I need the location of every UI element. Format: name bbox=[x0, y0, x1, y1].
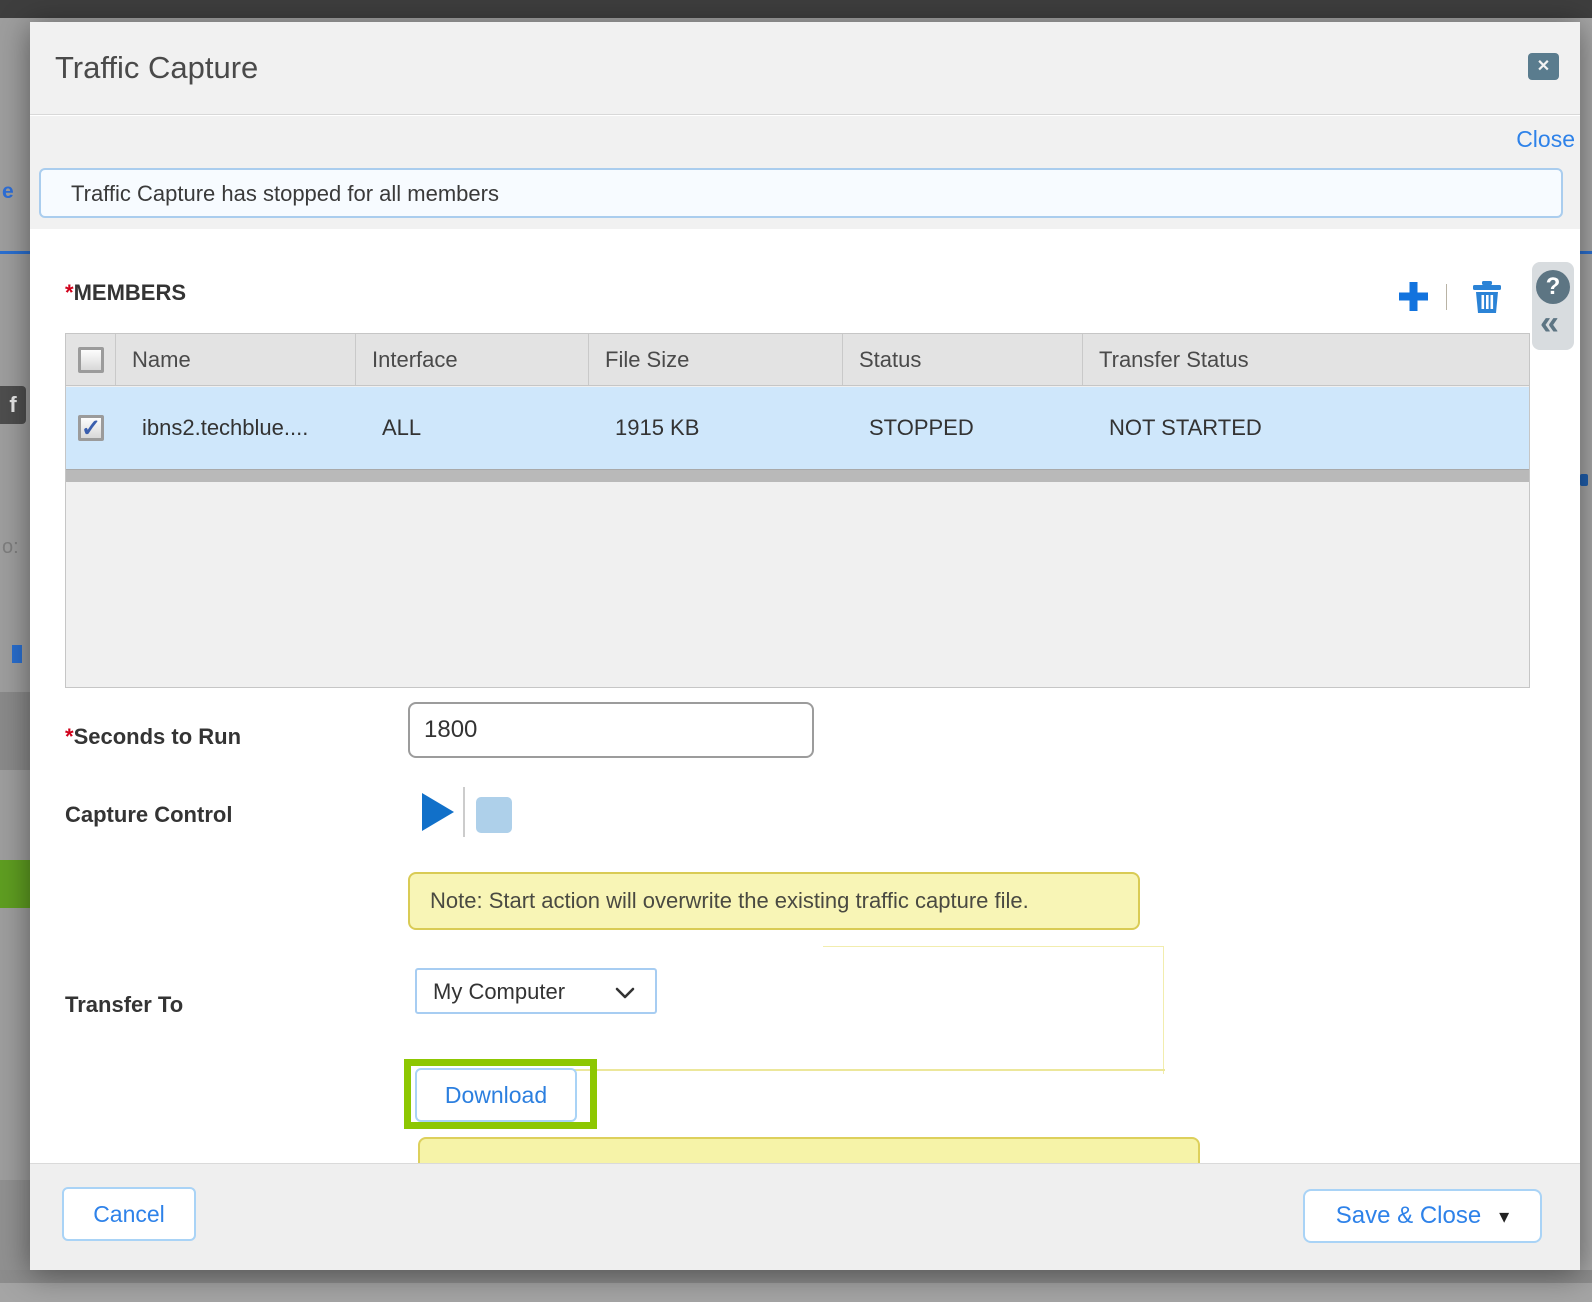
background-top-bar bbox=[0, 0, 1592, 18]
column-header-status: Status bbox=[843, 334, 1083, 385]
select-all-cell bbox=[66, 334, 116, 385]
horizontal-scrollbar[interactable] bbox=[66, 469, 1529, 482]
side-help-panel: ? « bbox=[1532, 262, 1574, 350]
background-text-fragment: e bbox=[2, 180, 14, 204]
toolbar-divider bbox=[1446, 284, 1447, 310]
start-capture-button[interactable] bbox=[420, 791, 456, 833]
plus-icon bbox=[1397, 280, 1430, 313]
help-icon[interactable]: ? bbox=[1536, 270, 1570, 304]
status-message-box: Traffic Capture has stopped for all memb… bbox=[39, 168, 1563, 218]
cell-status: STOPPED bbox=[843, 387, 1083, 469]
trash-icon bbox=[1472, 280, 1502, 313]
dialog-header: Traffic Capture ✕ bbox=[30, 22, 1580, 115]
overwrite-note-box: Note: Start action will overwrite the ex… bbox=[408, 872, 1140, 930]
capture-control-divider bbox=[463, 787, 465, 837]
background-blue-fragment bbox=[1580, 474, 1588, 486]
select-all-checkbox[interactable] bbox=[78, 347, 104, 373]
collapse-panel-icon[interactable]: « bbox=[1540, 304, 1568, 342]
column-header-transfer-status: Transfer Status bbox=[1083, 334, 1529, 385]
column-header-interface: Interface bbox=[356, 334, 589, 385]
row-checkbox[interactable]: ✓ bbox=[78, 415, 104, 441]
save-and-close-button[interactable]: Save & Close ▾ bbox=[1303, 1189, 1542, 1243]
add-member-button[interactable] bbox=[1397, 280, 1430, 313]
cell-file-size: 1915 KB bbox=[589, 387, 843, 469]
required-asterisk: * bbox=[65, 280, 74, 305]
close-link[interactable]: Close bbox=[1475, 126, 1575, 153]
background-gray-band bbox=[0, 1180, 30, 1280]
background-badge-fragment: f bbox=[0, 386, 26, 424]
seconds-to-run-input[interactable] bbox=[408, 702, 814, 758]
dialog-footer: Cancel Save & Close ▾ bbox=[30, 1163, 1580, 1270]
transfer-to-select[interactable]: My Computer bbox=[415, 968, 657, 1014]
cell-interface: ALL bbox=[356, 387, 589, 469]
traffic-capture-dialog: Traffic Capture ✕ Close Traffic Capture … bbox=[30, 22, 1580, 1270]
members-section-label: *MEMBERS bbox=[65, 280, 186, 306]
dialog-body: *MEMBERS ? « bbox=[30, 229, 1580, 1163]
delete-member-button[interactable] bbox=[1472, 280, 1502, 313]
stop-capture-button[interactable] bbox=[476, 797, 512, 833]
save-and-close-label: Save & Close bbox=[1336, 1202, 1481, 1230]
seconds-to-run-label: *Seconds to Run bbox=[65, 724, 241, 750]
background-gray-band bbox=[0, 692, 30, 770]
dialog-subheader: Close Traffic Capture has stopped for al… bbox=[30, 116, 1580, 229]
caret-down-icon: ▾ bbox=[1499, 1204, 1509, 1229]
background-right-strip bbox=[1580, 18, 1592, 1302]
background-blue-fragment bbox=[12, 645, 22, 663]
background-text-fragment: o: bbox=[2, 536, 19, 559]
cell-name: ibns2.techblue.... bbox=[116, 387, 356, 469]
dialog-title: Traffic Capture bbox=[55, 50, 258, 86]
faint-yellow-border bbox=[540, 1069, 1165, 1071]
required-asterisk: * bbox=[65, 724, 74, 749]
background-blue-divider bbox=[1580, 251, 1592, 254]
background-green-button-fragment bbox=[0, 860, 30, 908]
column-header-name: Name bbox=[116, 334, 356, 385]
table-row[interactable]: ✓ ibns2.techblue.... ALL 1915 KB STOPPED… bbox=[66, 387, 1529, 469]
overwrite-note-text: Note: Start action will overwrite the ex… bbox=[430, 888, 1029, 914]
cancel-button[interactable]: Cancel bbox=[62, 1187, 196, 1241]
faint-yellow-border bbox=[1163, 946, 1164, 1074]
row-checkbox-cell: ✓ bbox=[66, 387, 116, 469]
column-header-file-size: File Size bbox=[589, 334, 843, 385]
close-icon[interactable]: ✕ bbox=[1528, 53, 1559, 80]
background-blue-divider bbox=[0, 251, 30, 254]
faint-yellow-border bbox=[823, 946, 1164, 947]
background-bottom-band bbox=[0, 1270, 1592, 1283]
play-icon bbox=[420, 791, 456, 833]
members-table-header: Name Interface File Size Status Transfer… bbox=[66, 334, 1529, 386]
members-table: Name Interface File Size Status Transfer… bbox=[65, 333, 1530, 688]
chevron-down-icon bbox=[615, 987, 635, 999]
transfer-to-selected-value: My Computer bbox=[433, 979, 565, 1005]
status-message: Traffic Capture has stopped for all memb… bbox=[71, 181, 499, 207]
background-bottom-band bbox=[0, 1283, 1592, 1302]
cell-transfer-status: NOT STARTED bbox=[1083, 387, 1529, 469]
download-button[interactable]: Download bbox=[415, 1068, 577, 1122]
capture-control-label: Capture Control bbox=[65, 802, 232, 828]
transfer-to-label: Transfer To bbox=[65, 992, 183, 1018]
